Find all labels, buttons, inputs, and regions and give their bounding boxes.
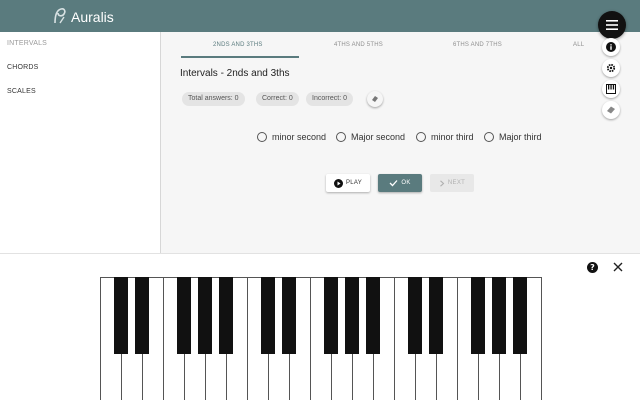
info-button[interactable] [602, 38, 620, 56]
menu-icon [606, 20, 618, 30]
piano-toggle-button[interactable] [602, 80, 620, 98]
option-major-third[interactable]: Major third [484, 131, 542, 143]
incorrect-badge: Incorrect: 0 [306, 92, 354, 106]
page-title: Intervals - 2nds and 3ths [180, 68, 290, 79]
menu-button[interactable] [598, 11, 626, 39]
option-major-second[interactable]: Major second [336, 131, 405, 143]
ok-label: OK [401, 180, 411, 186]
piano-black-key[interactable] [429, 277, 443, 354]
option-label: minor second [272, 132, 327, 142]
piano-black-key[interactable] [471, 277, 485, 354]
radio-circle[interactable] [336, 132, 346, 142]
piano-black-key[interactable] [219, 277, 233, 354]
option-minor-third[interactable]: minor third [416, 131, 474, 143]
option-minor-second[interactable]: minor second [257, 131, 326, 143]
app-title: Auralis [71, 9, 114, 25]
info-icon [606, 42, 616, 52]
auralis-logo-icon [54, 8, 66, 24]
active-tab-indicator [181, 56, 299, 58]
radio-circle[interactable] [416, 132, 426, 142]
eraser-icon [372, 96, 378, 102]
gear-icon [606, 63, 616, 73]
next-button[interactable]: NEXT [430, 174, 474, 192]
sidebar-item-chords[interactable]: CHORDS [7, 64, 39, 71]
close-icon[interactable] [612, 261, 624, 273]
play-circle-icon [333, 178, 343, 188]
total-answers-badge: Total answers: 0 [182, 92, 245, 106]
option-label: Major third [499, 132, 542, 142]
sidebar-item-scales[interactable]: SCALES [7, 88, 36, 95]
help-icon[interactable]: ? [587, 262, 598, 273]
radio-circle[interactable] [257, 132, 267, 142]
piano-black-key[interactable] [366, 277, 380, 354]
piano-black-key[interactable] [114, 277, 128, 354]
piano-keyboard[interactable] [100, 277, 542, 400]
option-label: Major second [351, 132, 406, 142]
option-label: minor third [431, 132, 474, 142]
app-header: Auralis [0, 0, 640, 32]
piano-black-key[interactable] [261, 277, 275, 354]
eraser-icon [607, 106, 615, 114]
next-label: NEXT [447, 180, 466, 186]
piano-black-key[interactable] [324, 277, 338, 354]
piano-icon [606, 84, 616, 94]
chevron-right-icon [440, 179, 445, 187]
tab-6ths-7ths[interactable]: 6THS AND 7THS [453, 42, 502, 48]
piano-black-key[interactable] [513, 277, 527, 354]
piano-black-key[interactable] [492, 277, 506, 354]
correct-badge: Correct: 0 [256, 92, 299, 106]
play-button[interactable]: PLAY [326, 174, 370, 192]
sidebar: INTERVALS CHORDS SCALES [0, 32, 161, 253]
ok-button[interactable]: OK [378, 174, 422, 192]
settings-button[interactable] [602, 59, 620, 77]
tab-4ths-5ths[interactable]: 4THS AND 5THS [334, 42, 383, 48]
app-root: Auralis INTERVALS CHORDS SCALES 2NDS AND… [0, 0, 640, 400]
eraser-button[interactable] [602, 101, 620, 119]
piano-black-key[interactable] [135, 277, 149, 354]
piano-black-key[interactable] [198, 277, 212, 354]
sidebar-item-intervals[interactable]: INTERVALS [7, 40, 47, 47]
radio-circle[interactable] [484, 132, 494, 142]
play-label: PLAY [345, 180, 363, 186]
piano-panel: ? [0, 253, 640, 400]
piano-black-key[interactable] [345, 277, 359, 354]
main-panel: 2NDS AND 3THS 4THS AND 5THS 6THS AND 7TH… [161, 32, 640, 253]
check-icon [389, 180, 398, 187]
tab-2nds-3ths[interactable]: 2NDS AND 3THS [213, 42, 263, 48]
piano-black-key[interactable] [408, 277, 422, 354]
reset-stats-button[interactable] [367, 91, 383, 107]
piano-black-key[interactable] [177, 277, 191, 354]
tab-all[interactable]: ALL [573, 42, 584, 48]
piano-black-key[interactable] [282, 277, 296, 354]
